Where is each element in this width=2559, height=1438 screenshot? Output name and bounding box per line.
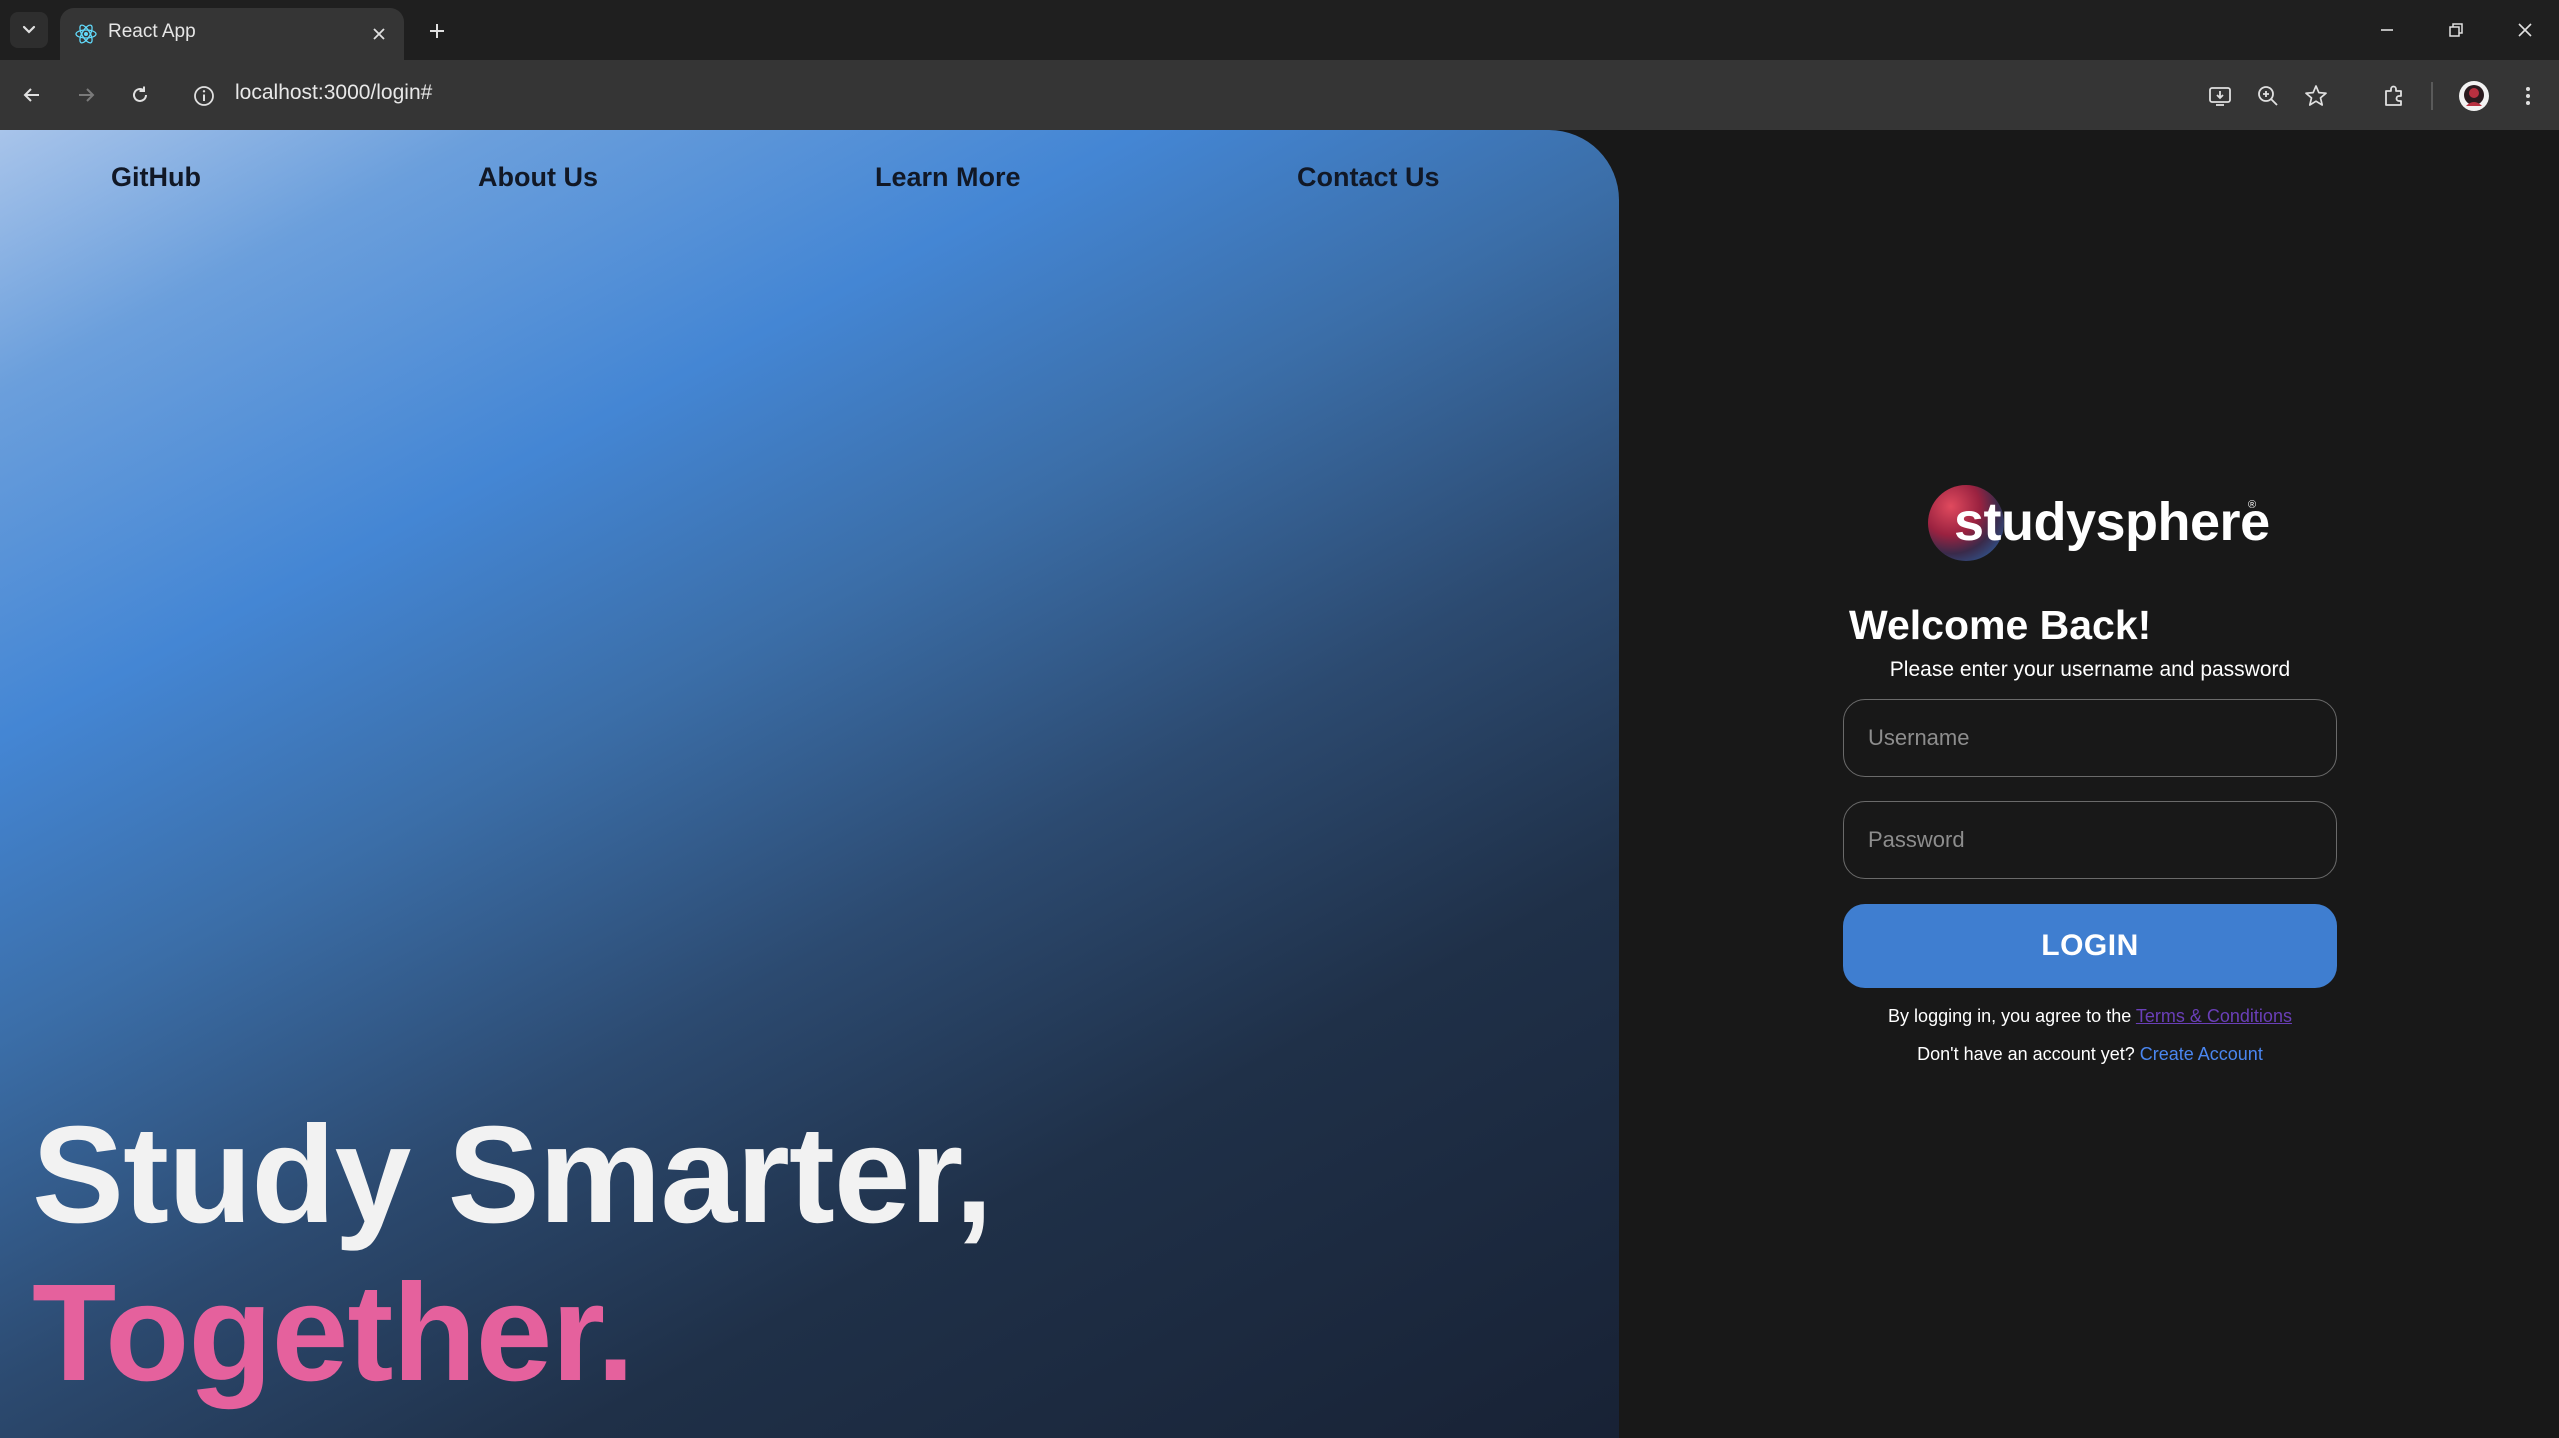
studysphere-logo: studysphere ® (1928, 485, 2270, 565)
login-button[interactable]: LOGIN (1843, 904, 2337, 988)
create-account-prefix: Don't have an account yet? (1917, 1044, 2140, 1064)
hero-headline-line-1: Study Smarter, (32, 1098, 993, 1252)
extensions-button[interactable] (2376, 78, 2412, 114)
zoom-button[interactable] (2250, 78, 2286, 114)
tab-search-button[interactable] (10, 12, 48, 48)
more-vertical-icon (2526, 87, 2530, 105)
minimize-icon (2381, 29, 2393, 31)
minimize-button[interactable] (2364, 10, 2410, 50)
username-input[interactable] (1843, 699, 2337, 777)
login-subtitle: Please enter your username and password (1889, 658, 2291, 681)
create-account-link[interactable]: Create Account (2140, 1044, 2263, 1064)
browser-tab-bar: React App (0, 0, 2559, 60)
bookmark-button[interactable] (2298, 78, 2334, 114)
hero-panel: GitHub About Us Learn More Contact Us St… (0, 130, 1619, 1438)
nav-contact-link[interactable]: Contact Us (1297, 162, 1440, 193)
nav-learn-more-link[interactable]: Learn More (875, 162, 1021, 193)
create-account-notice: Don't have an account yet? Create Accoun… (1843, 1044, 2337, 1065)
terms-notice: By logging in, you agree to the Terms & … (1843, 1006, 2337, 1027)
terms-prefix: By logging in, you agree to the (1888, 1006, 2136, 1026)
chevron-down-icon (22, 25, 36, 34)
new-tab-button[interactable] (420, 14, 454, 48)
window-close-button[interactable] (2502, 10, 2548, 50)
menu-button[interactable] (2510, 78, 2546, 114)
arrow-left-icon (23, 88, 39, 102)
reload-button[interactable] (120, 75, 160, 115)
reload-icon (133, 86, 147, 102)
browser-tab[interactable]: React App (60, 8, 404, 60)
terms-link[interactable]: Terms & Conditions (2136, 1006, 2292, 1026)
restore-button[interactable] (2433, 10, 2479, 50)
hero-headline-line-2: Together. (32, 1256, 635, 1410)
plus-icon (430, 24, 444, 38)
puzzle-icon (2385, 85, 2402, 106)
password-input[interactable] (1843, 801, 2337, 879)
close-icon (373, 28, 385, 40)
forward-button[interactable] (66, 75, 106, 115)
install-app-button[interactable] (2202, 78, 2238, 114)
login-title: Welcome Back! (1849, 602, 2152, 648)
tab-close-button[interactable] (366, 21, 392, 47)
star-icon (2305, 85, 2327, 106)
page-content: GitHub About Us Learn More Contact Us St… (0, 130, 2559, 1438)
address-bar[interactable]: localhost:3000/login# (235, 81, 432, 105)
install-icon (2209, 87, 2231, 106)
logo-text: studysphere (1954, 492, 2270, 552)
logo-registered-mark: ® (2248, 499, 2257, 511)
close-icon (2518, 23, 2532, 37)
profile-button[interactable] (2456, 78, 2492, 114)
arrow-right-icon (79, 88, 95, 102)
tab-title: React App (108, 21, 196, 42)
back-button[interactable] (12, 75, 52, 115)
restore-icon (2449, 23, 2463, 37)
nav-about-link[interactable]: About Us (478, 162, 598, 193)
toolbar-divider (2431, 82, 2433, 110)
zoom-icon (2258, 86, 2278, 106)
avatar-icon (2459, 81, 2489, 111)
site-info-icon[interactable] (190, 82, 218, 110)
nav-github-link[interactable]: GitHub (111, 162, 201, 193)
react-icon (75, 24, 97, 44)
browser-toolbar: localhost:3000/login# (0, 60, 2559, 130)
